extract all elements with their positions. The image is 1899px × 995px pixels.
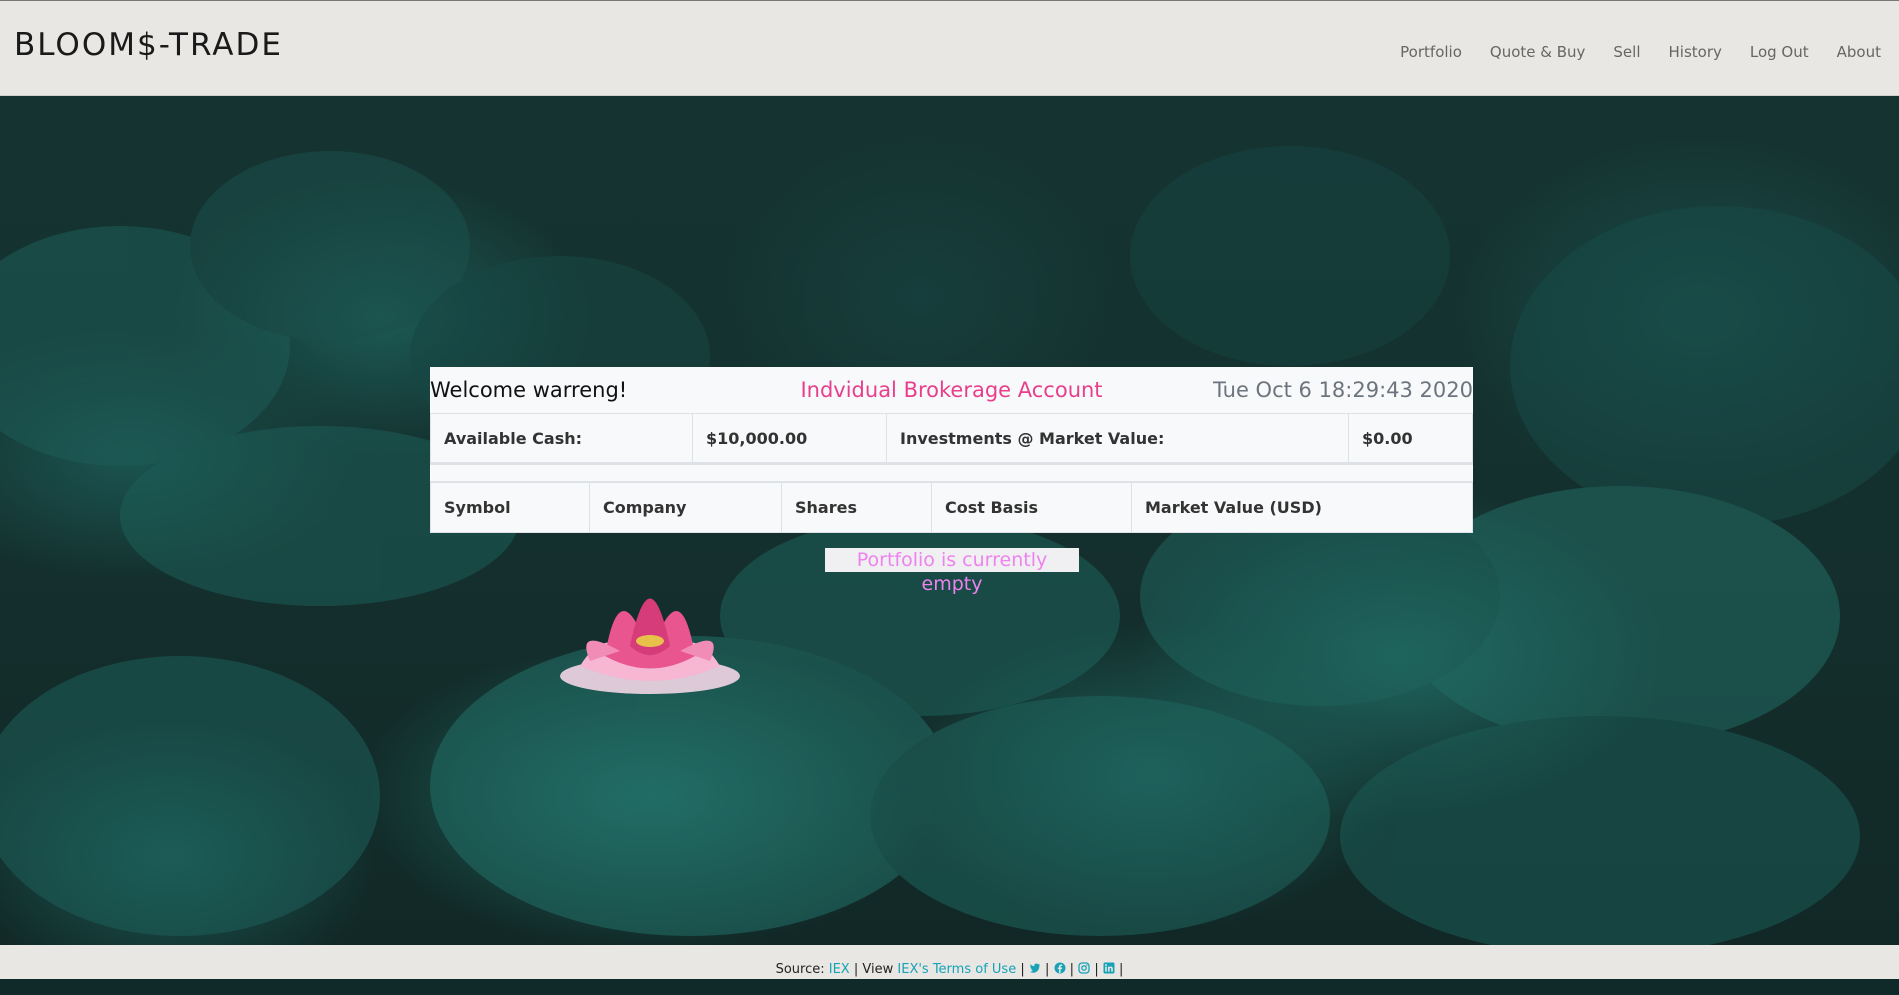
separator: | (1020, 962, 1025, 977)
separator: | (1069, 962, 1075, 977)
brand-logo[interactable]: BLOOM$-TRADE (14, 27, 283, 63)
nav-log-out[interactable]: Log Out (1750, 43, 1809, 61)
separator: | (1094, 962, 1099, 977)
facebook-icon[interactable] (1054, 962, 1066, 974)
nav-about[interactable]: About (1837, 43, 1881, 61)
linkedin-icon[interactable] (1103, 962, 1115, 974)
account-card: Welcome warreng! Indvidual Brokerage Acc… (430, 367, 1473, 533)
separator: | (853, 962, 859, 977)
column-company: Company (589, 482, 782, 533)
source-label: Source: (775, 962, 825, 977)
cash-label: Available Cash: (430, 413, 693, 463)
nav-sell[interactable]: Sell (1613, 43, 1640, 61)
column-cost-basis: Cost Basis (931, 482, 1132, 533)
current-datetime: Tue Oct 6 18:29:43 2020 (1213, 378, 1473, 402)
account-summary-table: Available Cash: $10,000.00 Investments @… (430, 413, 1473, 463)
separator: | (1045, 962, 1050, 977)
terms-of-use-link[interactable]: IEX's Terms of Use (897, 962, 1016, 977)
investments-label: Investments @ Market Value: (886, 413, 1349, 463)
separator: | (1119, 962, 1124, 977)
lotus-flower-icon (560, 598, 740, 694)
instagram-icon[interactable] (1078, 962, 1090, 974)
column-symbol: Symbol (430, 482, 590, 533)
twitter-icon[interactable] (1029, 962, 1041, 974)
nav-history[interactable]: History (1669, 43, 1722, 61)
empty-portfolio-message: Portfolio is currently empty (825, 548, 1079, 595)
holdings-header-row: Symbol Company Shares Cost Basis Market … (430, 482, 1473, 533)
summary-row: Available Cash: $10,000.00 Investments @… (430, 413, 1473, 463)
cash-value: $10,000.00 (692, 413, 887, 463)
nav-links: Portfolio Quote & Buy Sell History Log O… (1400, 43, 1881, 61)
holdings-table: Symbol Company Shares Cost Basis Market … (430, 482, 1473, 533)
column-market-value: Market Value (USD) (1131, 482, 1473, 533)
navbar: BLOOM$-TRADE Portfolio Quote & Buy Sell … (0, 0, 1899, 96)
iex-link[interactable]: IEX (829, 962, 850, 977)
investments-value: $0.00 (1348, 413, 1473, 463)
nav-quote-buy[interactable]: Quote & Buy (1490, 43, 1586, 61)
column-shares: Shares (781, 482, 932, 533)
footer: Source: IEX | View IEX's Terms of Use | … (0, 945, 1899, 979)
nav-portfolio[interactable]: Portfolio (1400, 43, 1462, 61)
table-separator (430, 463, 1473, 482)
view-label: View (862, 962, 894, 977)
account-header: Welcome warreng! Indvidual Brokerage Acc… (430, 367, 1473, 413)
